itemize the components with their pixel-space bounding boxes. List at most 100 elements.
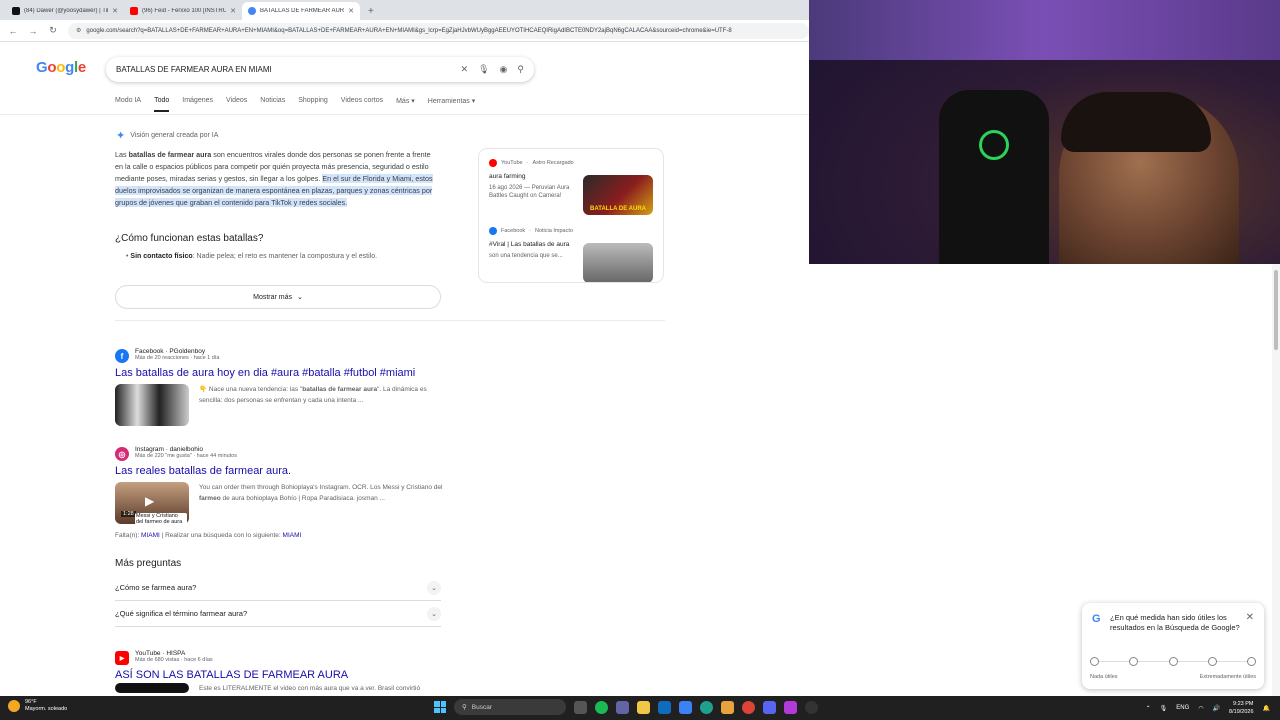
- task-view-icon[interactable]: [574, 700, 587, 714]
- outlook-icon[interactable]: [658, 700, 671, 714]
- scrollbar-thumb[interactable]: [1274, 270, 1278, 350]
- spotify-icon[interactable]: [595, 700, 608, 714]
- result-sub: Más de 680 vistas · hace 6 días: [135, 657, 213, 663]
- microphone-icon[interactable]: 🎙: [1160, 705, 1168, 712]
- tab-label: BATALLAS DE FARMEAR AURA EN MIAMI: [260, 8, 345, 14]
- url-field[interactable]: ⚙ google.com/search?q=BATALLAS+DE+FARMEA…: [68, 22, 809, 39]
- source-platform: YouTube: [501, 160, 523, 166]
- result-video-thumbnail[interactable]: [115, 683, 189, 693]
- survey-scale: [1090, 657, 1256, 666]
- reload-icon[interactable]: ↻: [48, 25, 58, 36]
- result-sub: Más de 20 reacciones · hace 1 día: [135, 355, 220, 361]
- result-site[interactable]: Instagram · danielbohio: [135, 446, 237, 453]
- file-explorer-icon[interactable]: [637, 700, 650, 714]
- close-tab-icon[interactable]: ✕: [348, 7, 354, 15]
- nav-tab[interactable]: Noticias: [260, 97, 285, 112]
- nav-tab[interactable]: Imágenes: [182, 97, 213, 112]
- camera-search-icon[interactable]: ◉: [500, 64, 508, 75]
- survey-option-5[interactable]: [1247, 657, 1256, 666]
- browser-tab-youtube[interactable]: (96) Feid - Ferxxo 100 [INSTRUMENTAL] ✕: [124, 2, 242, 20]
- wifi-icon[interactable]: ◠: [1198, 705, 1203, 712]
- clock[interactable]: 9:23 PM 8/19/2026: [1229, 700, 1253, 716]
- windows-start-icon[interactable]: [434, 701, 446, 713]
- play-icon: ▶: [145, 494, 155, 508]
- browser-tab-google[interactable]: BATALLAS DE FARMEAR AURA EN MIAMI ✕: [242, 2, 360, 20]
- nav-tab[interactable]: Más ▾: [396, 97, 415, 112]
- paa-question[interactable]: ¿Qué significa el término farmear aura? …: [115, 601, 441, 627]
- google-logo[interactable]: Google: [36, 59, 86, 76]
- razer-logo: [979, 130, 1009, 160]
- result-site[interactable]: Facebook · PGoldenboy: [135, 348, 219, 355]
- ai-overview-label: Visión general creada por IA: [130, 132, 219, 139]
- nav-tab[interactable]: Videos cortos: [341, 97, 383, 112]
- survey-option-1[interactable]: [1090, 657, 1099, 666]
- result-site[interactable]: YouTube · HISPA: [135, 650, 213, 657]
- site-info-icon[interactable]: ⚙: [76, 27, 81, 34]
- paa-question-text: ¿Qué significa el término farmear aura?: [115, 609, 248, 618]
- survey-option-2[interactable]: [1129, 657, 1139, 666]
- discord-icon[interactable]: [763, 700, 776, 714]
- nav-tab[interactable]: Todo: [154, 97, 170, 112]
- app-icon[interactable]: [784, 700, 797, 714]
- survey-question: ¿En qué medida han sido útiles los resul…: [1110, 613, 1240, 632]
- new-tab-button[interactable]: +: [360, 6, 382, 20]
- volume-icon[interactable]: 🔊: [1213, 705, 1220, 712]
- teams-icon[interactable]: [616, 700, 629, 714]
- result-title-link[interactable]: Las batallas de aura hoy en dia #aura #b…: [115, 367, 445, 379]
- survey-option-3[interactable]: [1168, 657, 1178, 666]
- nav-tab[interactable]: Videos: [226, 97, 247, 112]
- chevron-up-icon[interactable]: ⌃: [1146, 705, 1151, 712]
- tab-label: (84) Dawer (@yoosydawer) | TikTok: [24, 8, 108, 14]
- search-nav-tabs: Modo IA Todo Imágenes Videos Noticias Shoppin…: [115, 97, 475, 112]
- nav-tab[interactable]: Herramientas ▾: [428, 97, 475, 112]
- source-card[interactable]: Facebook · Noticia Impacto #Viral | Las …: [489, 227, 653, 282]
- nav-tab[interactable]: Shopping: [298, 97, 328, 112]
- result-video-thumbnail[interactable]: ▶ 1:28 Messi y Cristiano del farmeo de a…: [115, 482, 189, 525]
- chrome-icon[interactable]: [742, 700, 755, 714]
- search-input[interactable]: BATALLAS DE FARMEAR AURA EN MIAMI: [116, 65, 451, 74]
- ai-overview-fade: [115, 266, 445, 284]
- weather-widget[interactable]: 96°F Mayorm. soleado: [8, 699, 67, 713]
- close-icon[interactable]: ✕: [1246, 612, 1254, 623]
- nav-tab[interactable]: Modo IA: [115, 97, 141, 112]
- webcam-background-shelf: [809, 0, 1280, 60]
- survey-low-label: Nada útiles: [1090, 674, 1118, 680]
- chevron-down-icon: ⌄: [427, 580, 441, 595]
- browser-tab-tiktok[interactable]: (84) Dawer (@yoosydawer) | TikTok ✕: [6, 2, 124, 20]
- language-indicator[interactable]: ENG: [1176, 705, 1189, 711]
- result-title-link[interactable]: Las reales batallas de farmear aura.: [115, 465, 445, 477]
- taskbar-search[interactable]: ⚲ Buscar: [454, 699, 566, 715]
- search-box[interactable]: BATALLAS DE FARMEAR AURA EN MIAMI ✕ 🎙 ◉ …: [106, 57, 534, 82]
- close-tab-icon[interactable]: ✕: [230, 7, 236, 15]
- taskbar-search-label: Buscar: [471, 703, 492, 711]
- feedback-survey: G ¿En qué medida han sido útiles los res…: [1082, 603, 1264, 689]
- obs-icon[interactable]: [805, 700, 818, 714]
- youtube-icon: ▶: [115, 651, 129, 665]
- result-thumbnail[interactable]: [115, 384, 189, 426]
- paa-heading: Más preguntas: [115, 558, 182, 569]
- edge-icon[interactable]: [700, 700, 713, 714]
- notification-icon[interactable]: 🔔: [1263, 705, 1270, 712]
- paa-question[interactable]: ¿Cómo se farmea aura? ⌄: [115, 575, 441, 601]
- chevron-down-icon: ⌄: [427, 606, 441, 621]
- facebook-icon: [489, 227, 497, 235]
- result-title-link[interactable]: ASÍ SON LAS BATALLAS DE FARMEAR AURA: [115, 669, 445, 681]
- page-scrollbar[interactable]: [1272, 264, 1280, 696]
- clear-icon[interactable]: ✕: [461, 64, 469, 75]
- forward-icon[interactable]: →: [28, 26, 38, 36]
- search-icon[interactable]: ⚲: [517, 64, 524, 75]
- show-more-button[interactable]: Mostrar más ⌄: [115, 285, 441, 309]
- copilot-icon[interactable]: [679, 700, 692, 714]
- microphone-icon[interactable]: 🎙: [478, 64, 489, 75]
- close-tab-icon[interactable]: ✕: [112, 7, 118, 15]
- webcam-overlay: [809, 0, 1280, 264]
- sparkle-icon: ✦: [116, 130, 126, 142]
- result-snippet: You can order them through Bohioplaya's …: [199, 484, 443, 502]
- taskbar-apps: ⚲ Buscar: [434, 699, 818, 715]
- search-with-link[interactable]: MIAMI: [283, 532, 302, 539]
- back-icon[interactable]: ←: [8, 26, 18, 36]
- explorer-icon[interactable]: [721, 700, 734, 714]
- survey-option-4[interactable]: [1207, 657, 1217, 666]
- address-bar-row: ← → ↻ ⚙ google.com/search?q=BATALLAS+DE+…: [0, 20, 809, 42]
- source-card[interactable]: YouTube · Astro Recargado aura farming 1…: [489, 159, 653, 221]
